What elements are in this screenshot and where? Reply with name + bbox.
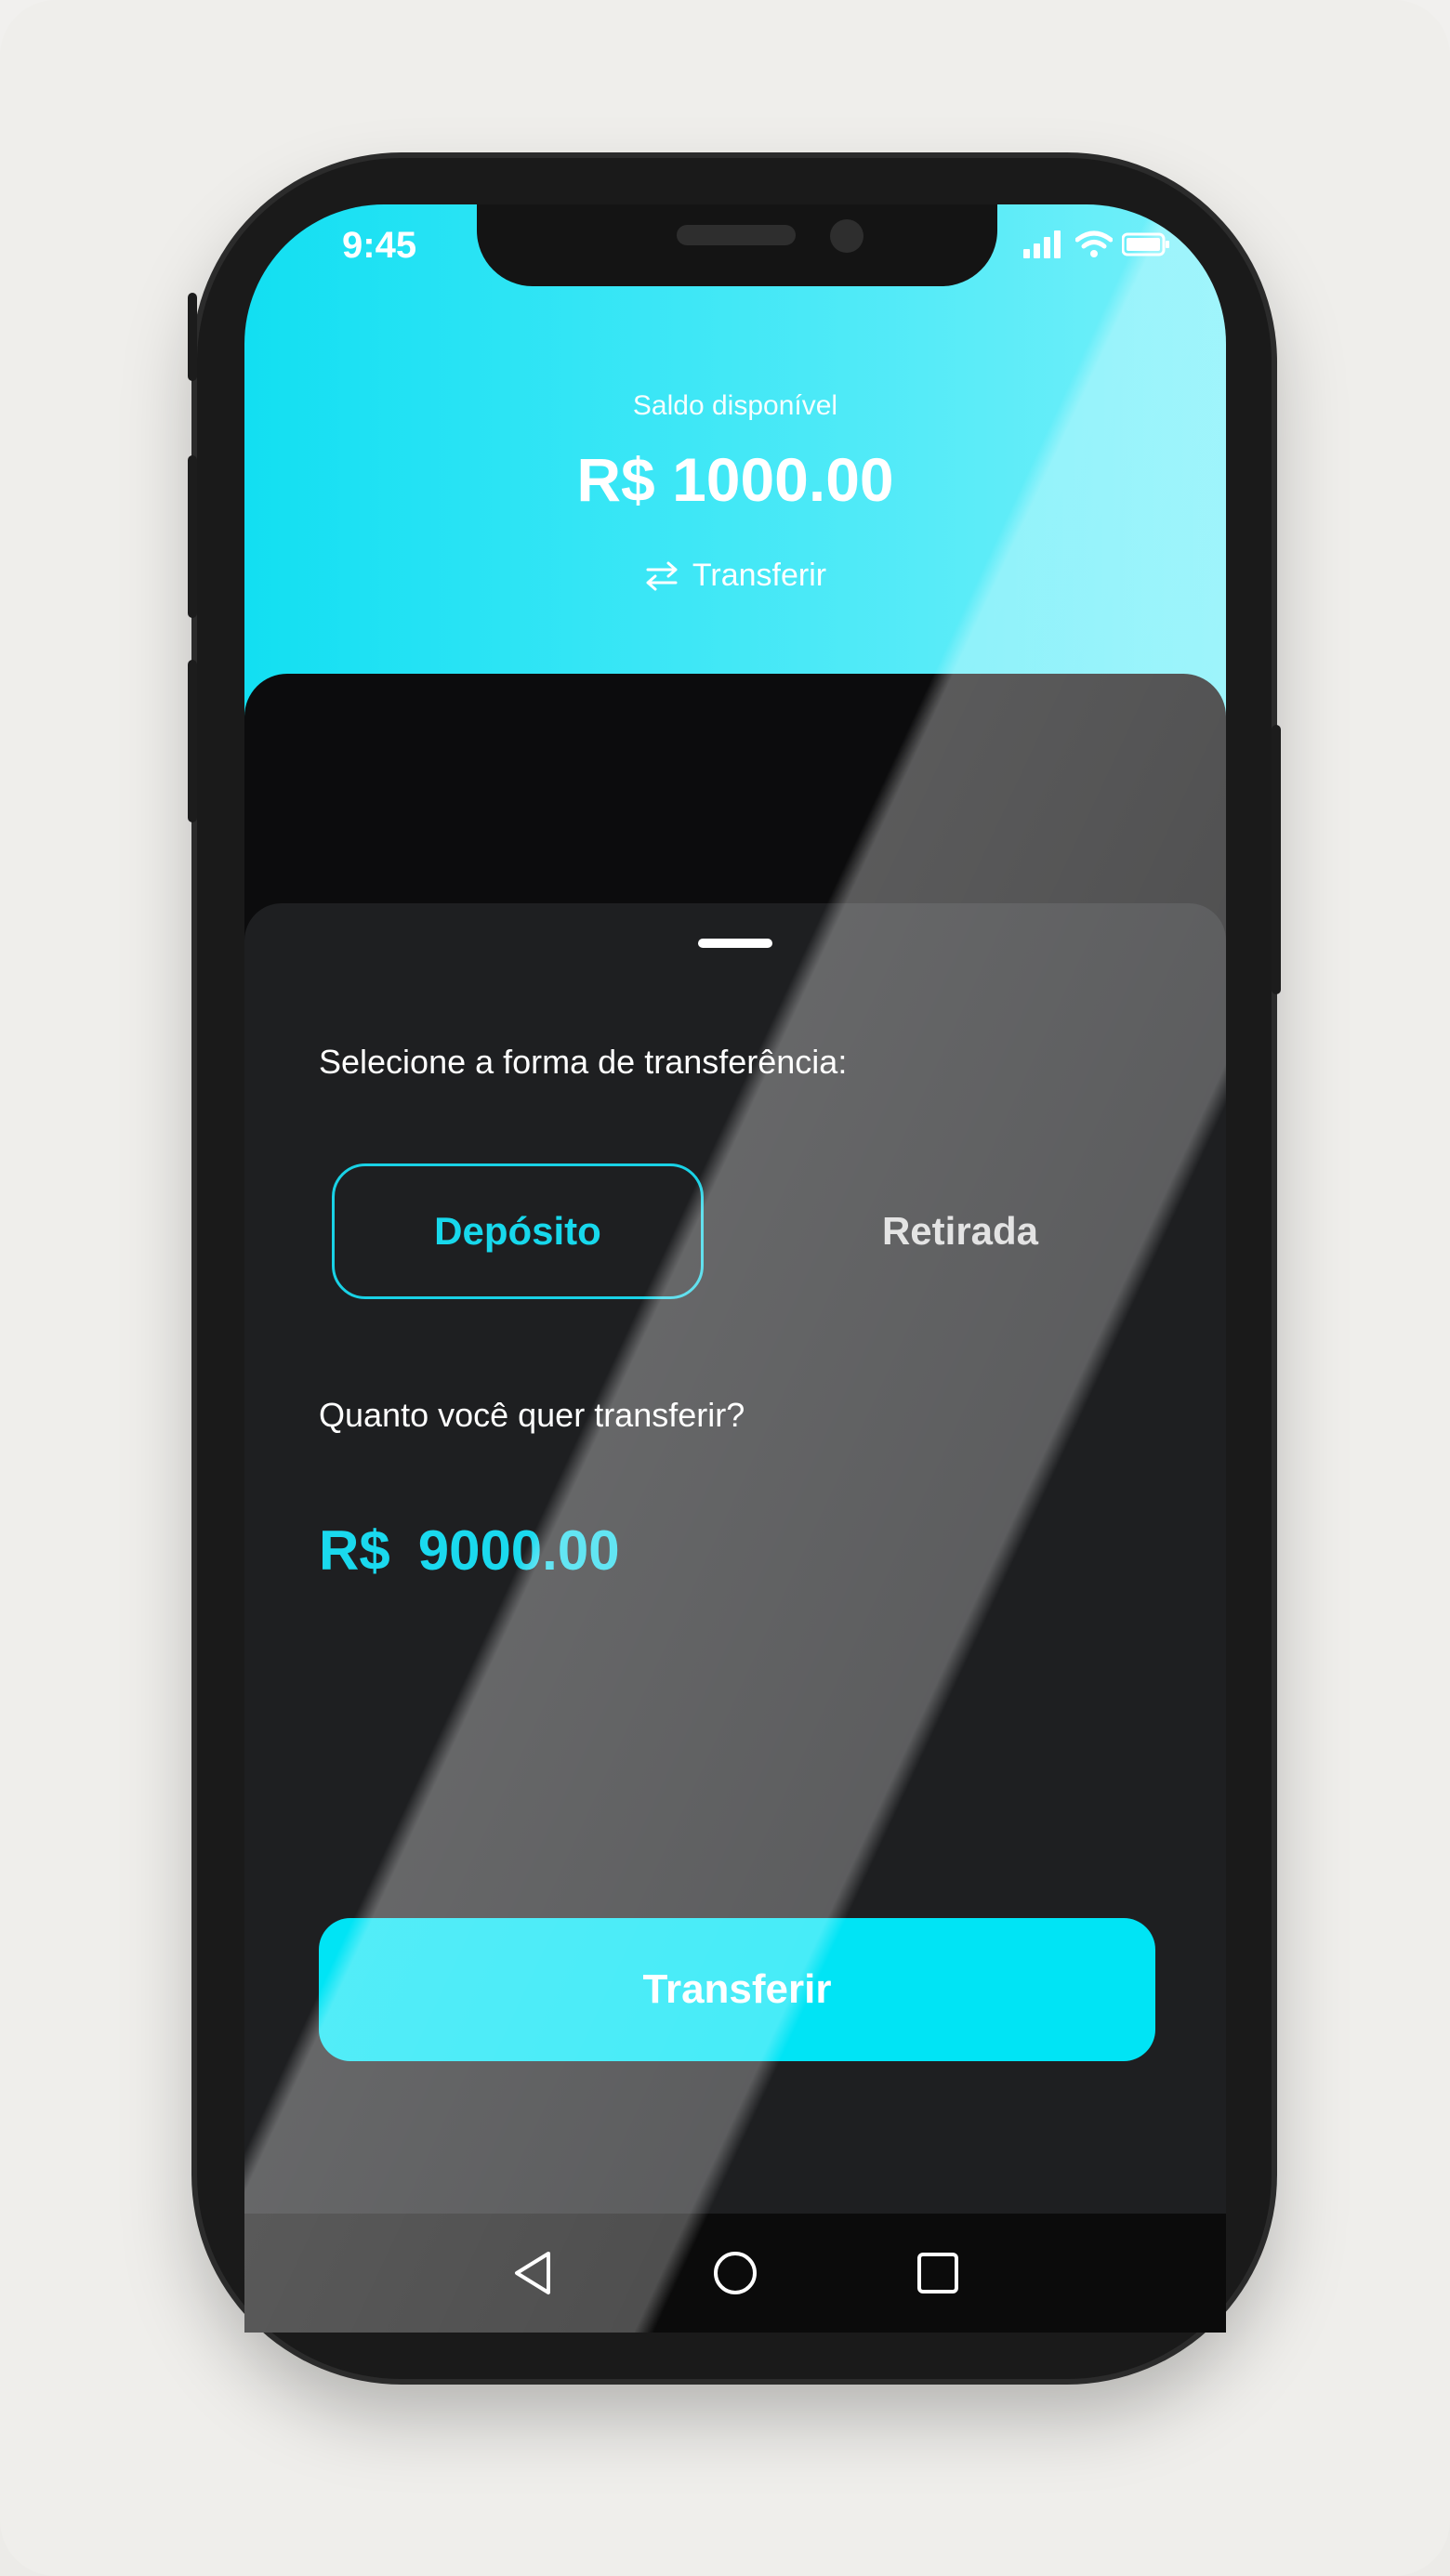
home-icon[interactable] [712,2250,758,2296]
mute-switch [188,293,197,381]
notch [477,204,997,286]
transfer-arrows-icon [646,561,678,590]
option-retirada[interactable]: Retirada [774,1163,1146,1299]
amount-label: Quanto você quer transferir? [319,1396,745,1434]
transfer-button[interactable]: Transferir [319,1918,1155,2061]
transfer-link-label: Transferir [692,558,827,593]
front-camera [830,219,863,253]
balance-label: Saldo disponível [632,390,838,421]
android-nav-bar [244,2214,1226,2333]
sheet-handle[interactable] [698,939,772,948]
transfer-type-label: Selecione a forma de transferência: [319,1043,848,1081]
status-icons [1023,230,1170,258]
transfer-link[interactable]: Transferir [244,558,1226,594]
balance-value: R$ 1000.00 [576,445,894,514]
amount-currency: R$ [319,1519,390,1582]
volume-down-button [188,660,197,822]
wifi-icon [1075,230,1113,257]
phone-screen: 9:45 Saldo disponível R$ 1000.00 Transfe… [244,204,1226,2214]
signal-icon [1023,230,1061,258]
status-time: 9:45 [342,225,417,266]
back-icon[interactable] [511,2250,554,2296]
amount-value: 9000.00 [417,1519,620,1582]
option-deposito[interactable]: Depósito [332,1163,704,1299]
power-button [1272,725,1281,994]
speaker [677,225,796,245]
battery-icon [1122,232,1169,256]
volume-up-button [188,455,197,618]
amount-input[interactable]: R$ 9000.00 [319,1518,620,1583]
transfer-sheet: Selecione a forma de transferência: Depó… [244,903,1226,2214]
recents-icon[interactable] [916,2252,959,2294]
